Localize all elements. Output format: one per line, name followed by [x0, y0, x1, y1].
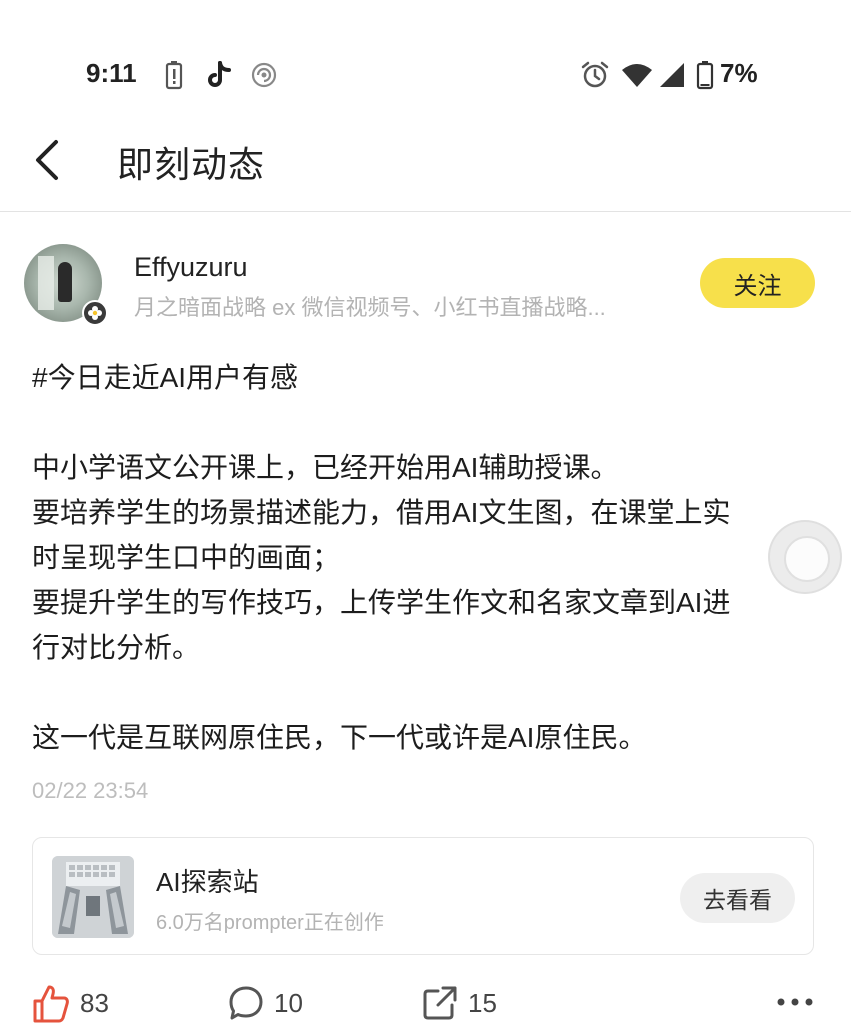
comment-bubble-icon	[229, 986, 263, 1020]
visit-topic-button[interactable]: 去看看	[680, 873, 795, 923]
like-count: 83	[80, 987, 109, 1018]
like-action[interactable]: 83	[32, 980, 109, 1026]
topic-card[interactable]: AI探索站 6.0万名prompter正在创作 去看看	[32, 837, 814, 955]
more-options-icon[interactable]	[775, 992, 815, 1012]
avatar-photo-panel	[38, 256, 54, 310]
share-count: 15	[468, 987, 497, 1018]
battery-percent: 7%	[720, 58, 758, 88]
share-icon	[423, 986, 457, 1020]
post-blank-line	[32, 670, 812, 715]
floating-assistive-button[interactable]	[768, 520, 842, 594]
post-content: #今日走近AI用户有感 中小学语文公开课上，已经开始用AI辅助授课。 要培养学生…	[32, 355, 812, 760]
post-line: 中小学语文公开课上，已经开始用AI辅助授课。	[32, 452, 619, 483]
post-line: 这一代是互联网原住民，下一代或许是AI原住民。	[32, 722, 647, 753]
thumbs-up-icon	[33, 985, 69, 1023]
post-line: 时呈现学生口中的画面；	[32, 542, 341, 573]
status-time: 9:11	[86, 58, 137, 88]
post-line: 行对比分析。	[32, 632, 201, 663]
wifi-icon	[622, 64, 652, 87]
author-name[interactable]: Effyuzuru	[134, 252, 248, 283]
page-title: 即刻动态	[117, 144, 266, 185]
post-line: 要提升学生的写作技巧，上传学生作文和名家文章到AI进	[32, 587, 731, 618]
comment-count: 10	[274, 987, 303, 1018]
battery-alert-icon	[165, 61, 183, 90]
battery-icon	[696, 61, 714, 90]
post-hashtag[interactable]: #今日走近AI用户有感	[32, 355, 812, 400]
follow-button[interactable]: 关注	[700, 258, 815, 308]
comment-action[interactable]: 10	[228, 980, 303, 1026]
topic-subtitle: 6.0万名prompter正在创作	[156, 912, 384, 934]
share-action[interactable]: 15	[422, 980, 497, 1026]
tiktok-icon	[208, 61, 231, 87]
topic-thumbnail	[52, 856, 134, 938]
flower-badge-icon	[82, 300, 108, 326]
topic-title: AI探索站	[156, 867, 259, 897]
author-description: 月之暗面战略 ex 微信视频号、小红书直播战略...	[134, 295, 606, 320]
top-navigation-bar: 即刻动态	[0, 120, 851, 212]
post-line: 要培养学生的场景描述能力，借用AI文生图，在课堂上实	[32, 497, 731, 528]
swirl-app-icon	[251, 62, 277, 88]
avatar-photo-figure	[58, 262, 72, 302]
post-blank-line	[32, 400, 812, 445]
alarm-icon	[581, 61, 609, 88]
post-timestamp: 02/22 23:54	[32, 778, 149, 803]
cellular-signal-icon	[660, 63, 684, 87]
chevron-left-icon[interactable]	[28, 136, 68, 184]
